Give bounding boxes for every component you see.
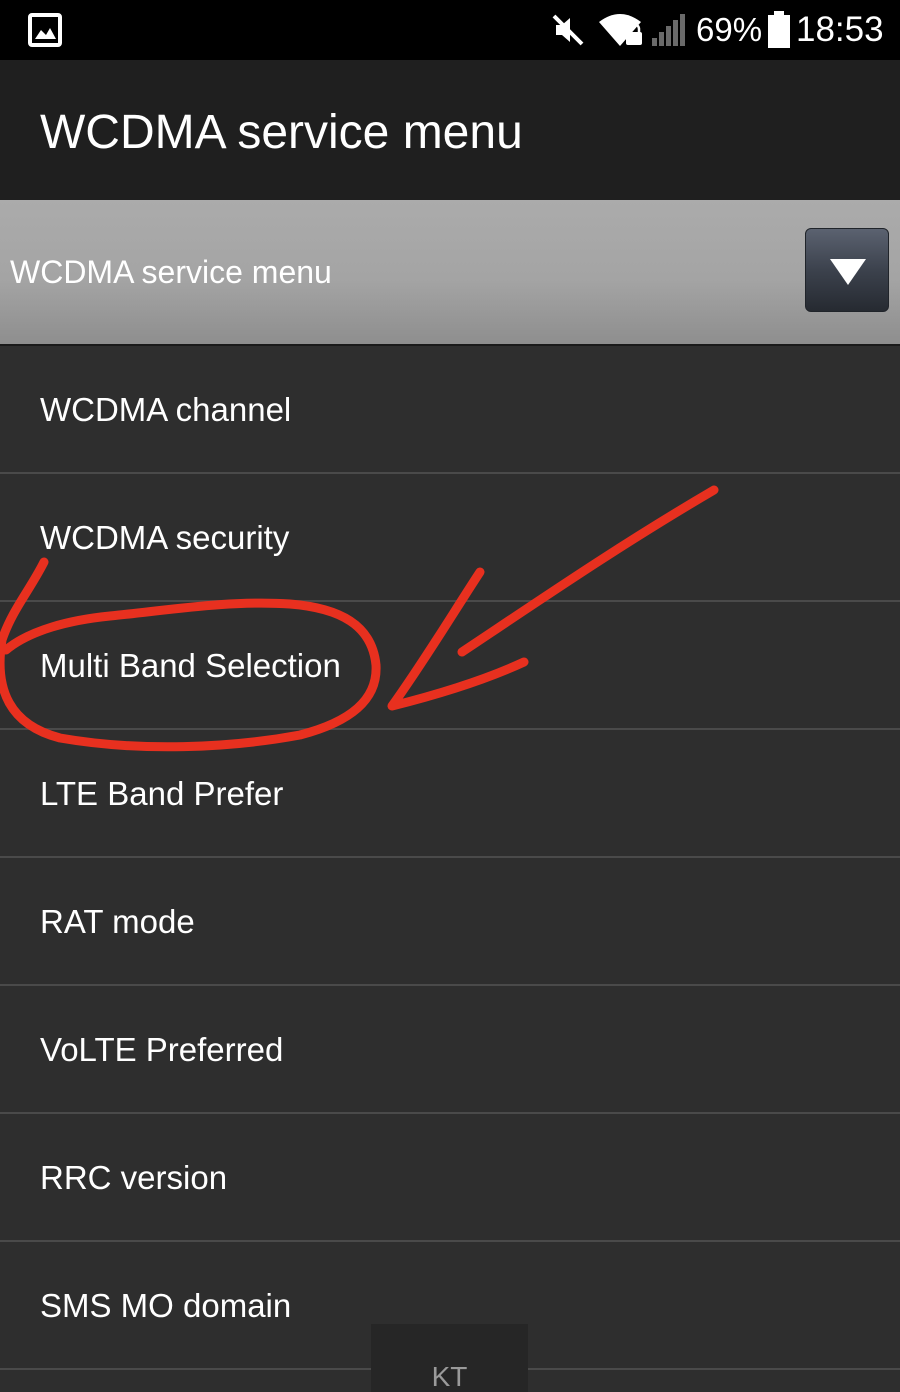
menu-item-multi-band-selection[interactable]: Multi Band Selection xyxy=(0,602,900,730)
status-bar: 69% 18:53 xyxy=(0,0,900,60)
menu-item-rat-mode[interactable]: RAT mode xyxy=(0,858,900,986)
app-bar: WCDMA service menu xyxy=(0,60,900,200)
toast-text: KT xyxy=(431,1361,468,1392)
battery-percent: 69% xyxy=(696,11,763,48)
status-time: 18:53 xyxy=(796,10,884,49)
menu-item-label: RRC version xyxy=(40,1159,228,1196)
menu-item-wcdma-security[interactable]: WCDMA security xyxy=(0,474,900,602)
battery-icon xyxy=(768,11,790,48)
menu-item-label: SMS MO domain xyxy=(40,1287,292,1324)
menu-item-volte-preferred[interactable]: VoLTE Preferred xyxy=(0,986,900,1114)
menu-item-label: RAT mode xyxy=(40,903,195,940)
signal-icon xyxy=(652,14,685,46)
wifi-lock-icon xyxy=(599,14,642,46)
service-menu-list: WCDMA channel WCDMA security Multi Band … xyxy=(0,346,900,1370)
gallery-icon xyxy=(28,13,62,47)
menu-item-label: WCDMA security xyxy=(40,519,290,556)
chevron-down-icon xyxy=(830,259,866,285)
toast: KT xyxy=(371,1324,528,1392)
menu-item-label: Multi Band Selection xyxy=(40,647,341,684)
menu-item-label: VoLTE Preferred xyxy=(40,1031,284,1068)
menu-selector-dropdown[interactable]: WCDMA service menu xyxy=(0,200,900,346)
mute-icon xyxy=(552,14,584,46)
dropdown-selected-value: WCDMA service menu xyxy=(10,254,332,290)
dropdown-button[interactable] xyxy=(805,228,889,312)
menu-item-lte-band-prefer[interactable]: LTE Band Prefer xyxy=(0,730,900,858)
menu-item-label: LTE Band Prefer xyxy=(40,775,284,812)
menu-item-rrc-version[interactable]: RRC version xyxy=(0,1114,900,1242)
menu-item-label: WCDMA channel xyxy=(40,391,292,428)
page-title: WCDMA service menu xyxy=(40,106,523,159)
menu-item-wcdma-channel[interactable]: WCDMA channel xyxy=(0,346,900,474)
